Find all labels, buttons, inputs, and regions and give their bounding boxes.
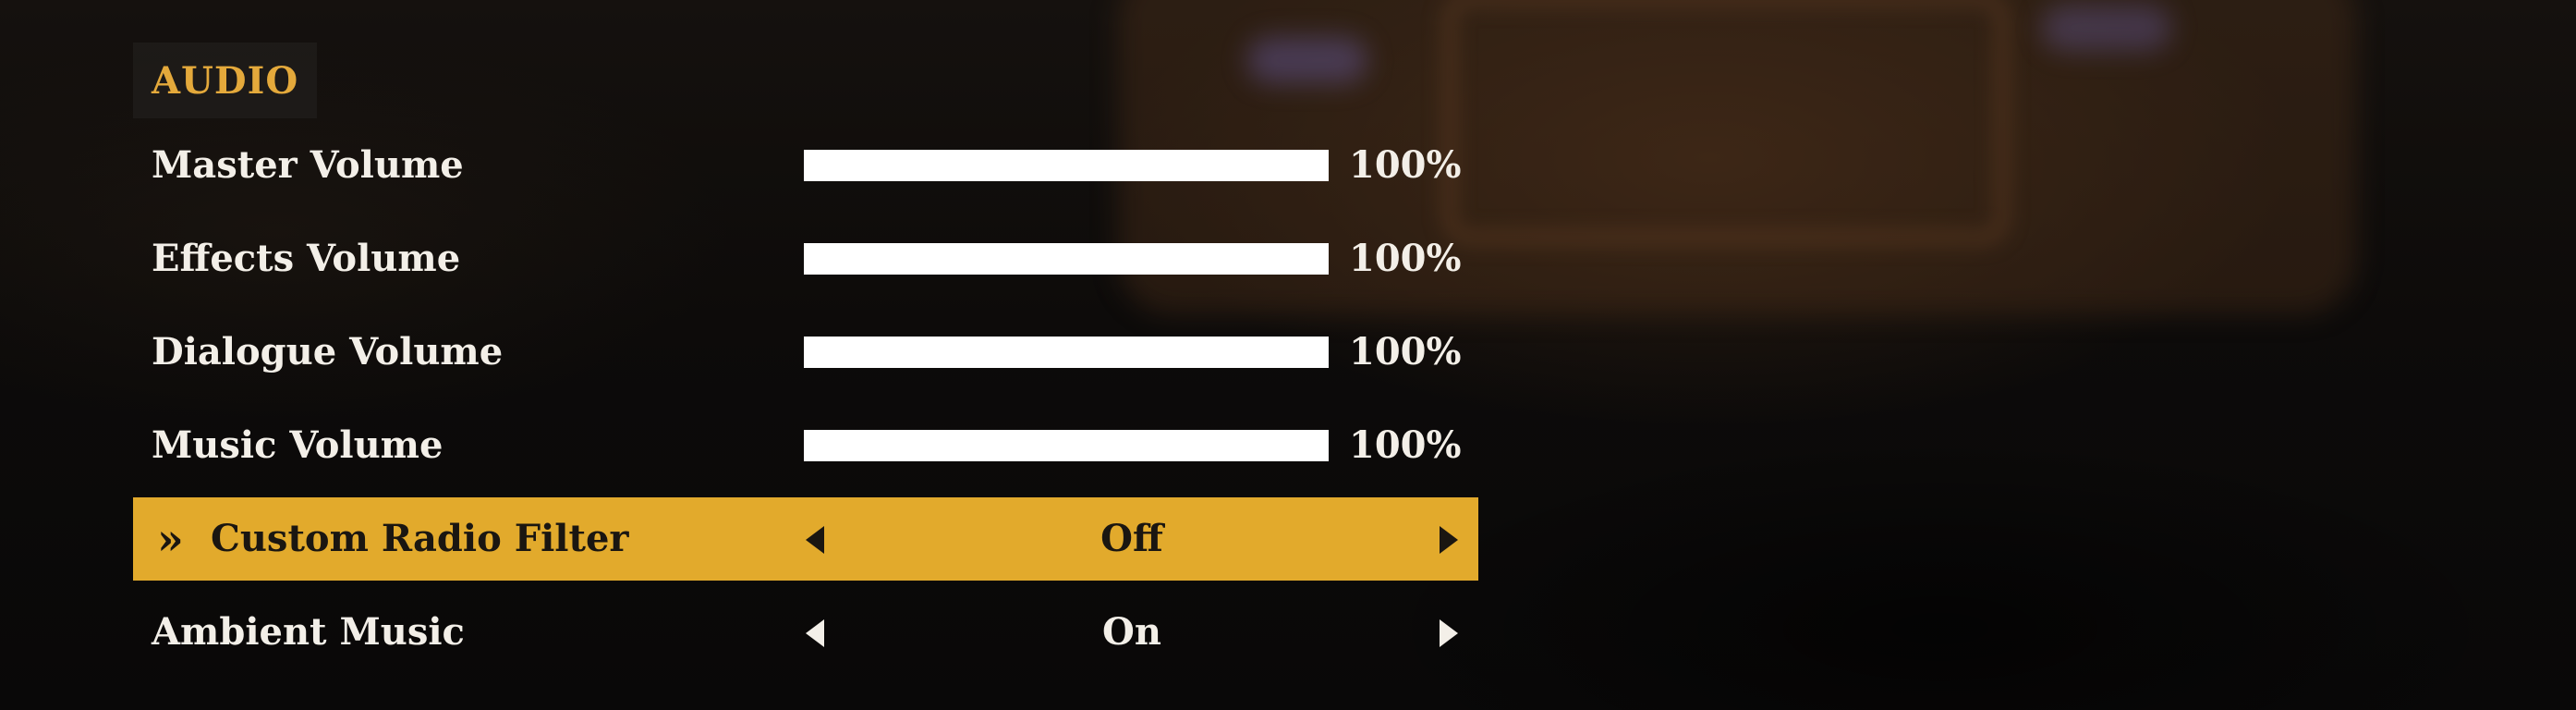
music-volume-slider[interactable] xyxy=(804,430,1329,461)
master-volume-slider[interactable] xyxy=(804,150,1329,181)
dialogue-volume-slider[interactable] xyxy=(804,337,1329,368)
effects-volume-slider[interactable] xyxy=(804,243,1329,275)
ambient-music-row[interactable]: Ambient Music On xyxy=(133,591,1478,674)
setting-label: Master Volume xyxy=(152,143,464,187)
slider-fill xyxy=(804,243,1329,275)
slider-value: 100% xyxy=(1349,330,1462,373)
section-title: AUDIO xyxy=(133,43,318,118)
slider-fill xyxy=(804,337,1329,368)
double-chevron-right-icon: » xyxy=(157,514,184,564)
slider-value: 100% xyxy=(1349,143,1462,187)
setting-label: Ambient Music xyxy=(152,610,465,654)
background-blur-light xyxy=(2042,5,2171,51)
effects-volume-row[interactable]: Effects Volume 100% xyxy=(133,217,1478,300)
slider-fill xyxy=(804,430,1329,461)
slider-value: 100% xyxy=(1349,423,1462,467)
dialogue-volume-row[interactable]: Dialogue Volume 100% xyxy=(133,311,1478,394)
audio-settings-menu: AUDIO Master Volume 100% Effects Volume … xyxy=(133,43,1478,674)
triangle-left-icon[interactable] xyxy=(806,526,824,554)
triangle-left-icon[interactable] xyxy=(806,619,824,647)
background-blur-shape xyxy=(1441,0,2011,246)
triangle-right-icon[interactable] xyxy=(1440,526,1458,554)
setting-label: Custom Radio Filter xyxy=(211,517,629,560)
option-value: Off xyxy=(1100,517,1163,560)
slider-fill xyxy=(804,150,1329,181)
music-volume-row[interactable]: Music Volume 100% xyxy=(133,404,1478,487)
triangle-right-icon[interactable] xyxy=(1440,619,1458,647)
setting-label: Effects Volume xyxy=(152,237,461,280)
slider-value: 100% xyxy=(1349,237,1462,280)
setting-label: Dialogue Volume xyxy=(152,330,504,373)
option-value: On xyxy=(1102,610,1161,654)
custom-radio-filter-row[interactable]: » Custom Radio Filter Off xyxy=(133,497,1478,581)
master-volume-row[interactable]: Master Volume 100% xyxy=(133,124,1478,207)
setting-label: Music Volume xyxy=(152,423,444,467)
